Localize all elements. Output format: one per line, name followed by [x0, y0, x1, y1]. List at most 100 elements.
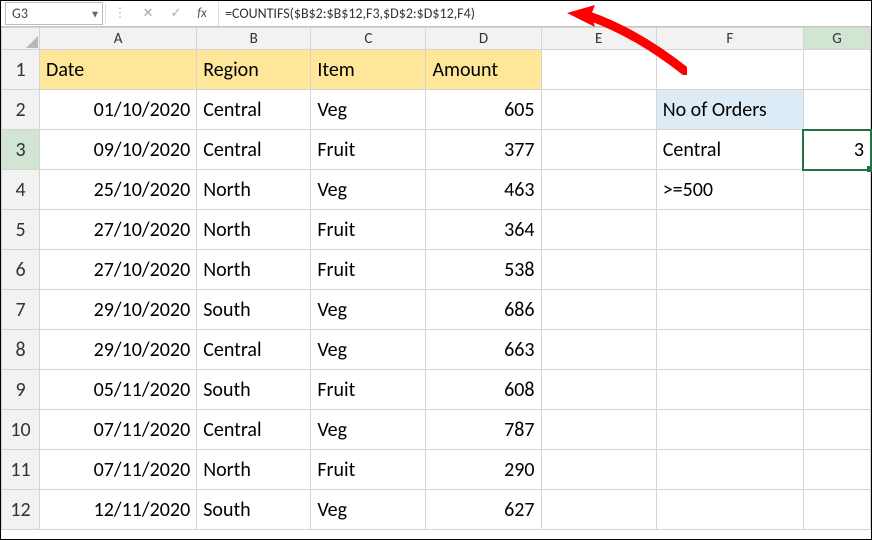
col-header-C[interactable]: C: [311, 28, 426, 50]
col-header-A[interactable]: A: [40, 28, 197, 50]
cell-C7[interactable]: Veg: [311, 290, 426, 330]
cell-C5[interactable]: Fruit: [311, 210, 426, 250]
header-cell-D[interactable]: Amount: [426, 50, 541, 90]
cell-G8[interactable]: [803, 330, 870, 370]
cell-A2[interactable]: 01/10/2020: [40, 90, 197, 130]
row-header-11[interactable]: 11: [2, 450, 40, 490]
cell-G2[interactable]: [803, 90, 870, 130]
cell-D4[interactable]: 463: [426, 170, 541, 210]
cell-D7[interactable]: 686: [426, 290, 541, 330]
row-header-2[interactable]: 2: [2, 90, 40, 130]
cell-F9[interactable]: [656, 370, 803, 410]
cell-F3[interactable]: Central: [656, 130, 803, 170]
cell-E8[interactable]: [541, 330, 656, 370]
cell-B7[interactable]: South: [197, 290, 311, 330]
row-header-9[interactable]: 9: [2, 370, 40, 410]
cell-A5[interactable]: 27/10/2020: [40, 210, 197, 250]
cell-E11[interactable]: [541, 450, 656, 490]
cell-C6[interactable]: Fruit: [311, 250, 426, 290]
cell-G11[interactable]: [803, 450, 870, 490]
col-header-D[interactable]: D: [426, 28, 541, 50]
cancel-icon[interactable]: ✕: [134, 1, 162, 26]
row-header-6[interactable]: 6: [2, 250, 40, 290]
col-header-G[interactable]: G: [803, 28, 870, 50]
cell-A4[interactable]: 25/10/2020: [40, 170, 197, 210]
cell-C4[interactable]: Veg: [311, 170, 426, 210]
cell-B10[interactable]: Central: [197, 410, 311, 450]
cell-A10[interactable]: 07/11/2020: [40, 410, 197, 450]
cell-G1[interactable]: [803, 50, 870, 90]
cell-F7[interactable]: [656, 290, 803, 330]
cell-C3[interactable]: Fruit: [311, 130, 426, 170]
name-box[interactable]: G3 ▼: [5, 2, 103, 25]
cell-E1[interactable]: [541, 50, 656, 90]
cell-F8[interactable]: [656, 330, 803, 370]
cell-D6[interactable]: 538: [426, 250, 541, 290]
cell-F6[interactable]: [656, 250, 803, 290]
cell-E3[interactable]: [541, 130, 656, 170]
cell-B2[interactable]: Central: [197, 90, 311, 130]
cell-D12[interactable]: 627: [426, 490, 541, 530]
row-header-7[interactable]: 7: [2, 290, 40, 330]
select-all-corner[interactable]: [2, 28, 40, 50]
cell-C9[interactable]: Fruit: [311, 370, 426, 410]
cell-G10[interactable]: [803, 410, 870, 450]
cell-B5[interactable]: North: [197, 210, 311, 250]
cell-F2[interactable]: No of Orders: [656, 90, 803, 130]
fx-icon[interactable]: fx: [190, 1, 218, 26]
cell-B8[interactable]: Central: [197, 330, 311, 370]
cell-C2[interactable]: Veg: [311, 90, 426, 130]
cell-G9[interactable]: [803, 370, 870, 410]
cell-D9[interactable]: 608: [426, 370, 541, 410]
cell-A3[interactable]: 09/10/2020: [40, 130, 197, 170]
cell-F1[interactable]: [656, 50, 803, 90]
cell-B6[interactable]: North: [197, 250, 311, 290]
cell-D8[interactable]: 663: [426, 330, 541, 370]
cell-C11[interactable]: Fruit: [311, 450, 426, 490]
row-header-12[interactable]: 12: [2, 490, 40, 530]
cell-E2[interactable]: [541, 90, 656, 130]
cell-C10[interactable]: Veg: [311, 410, 426, 450]
cell-G7[interactable]: [803, 290, 870, 330]
row-header-3[interactable]: 3: [2, 130, 40, 170]
cell-G5[interactable]: [803, 210, 870, 250]
header-cell-C[interactable]: Item: [311, 50, 426, 90]
cell-F11[interactable]: [656, 450, 803, 490]
cell-B3[interactable]: Central: [197, 130, 311, 170]
cell-A9[interactable]: 05/11/2020: [40, 370, 197, 410]
row-header-1[interactable]: 1: [2, 50, 40, 90]
row-header-4[interactable]: 4: [2, 170, 40, 210]
row-header-8[interactable]: 8: [2, 330, 40, 370]
cell-F4[interactable]: >=500: [656, 170, 803, 210]
cell-A6[interactable]: 27/10/2020: [40, 250, 197, 290]
cell-A12[interactable]: 12/11/2020: [40, 490, 197, 530]
cell-F12[interactable]: [656, 490, 803, 530]
cell-B9[interactable]: South: [197, 370, 311, 410]
cell-A8[interactable]: 29/10/2020: [40, 330, 197, 370]
cell-E5[interactable]: [541, 210, 656, 250]
cell-C8[interactable]: Veg: [311, 330, 426, 370]
accept-icon[interactable]: ✓: [162, 1, 190, 26]
col-header-F[interactable]: F: [656, 28, 803, 50]
cell-F10[interactable]: [656, 410, 803, 450]
cell-A7[interactable]: 29/10/2020: [40, 290, 197, 330]
cell-G12[interactable]: [803, 490, 870, 530]
header-cell-B[interactable]: Region: [197, 50, 311, 90]
cell-E7[interactable]: [541, 290, 656, 330]
cell-E9[interactable]: [541, 370, 656, 410]
cell-D11[interactable]: 290: [426, 450, 541, 490]
cell-C12[interactable]: Veg: [311, 490, 426, 530]
cell-B4[interactable]: North: [197, 170, 311, 210]
cell-G3[interactable]: 3: [803, 130, 870, 170]
formula-input[interactable]: =COUNTIFS($B$2:$B$12,F3,$D$2:$D$12,F4): [218, 1, 871, 26]
cell-E12[interactable]: [541, 490, 656, 530]
cell-B11[interactable]: North: [197, 450, 311, 490]
spreadsheet-grid[interactable]: ABCDEFG 1DateRegionItemAmount201/10/2020…: [1, 27, 871, 530]
cell-E10[interactable]: [541, 410, 656, 450]
col-header-E[interactable]: E: [541, 28, 656, 50]
col-header-B[interactable]: B: [197, 28, 311, 50]
cell-D2[interactable]: 605: [426, 90, 541, 130]
cell-G6[interactable]: [803, 250, 870, 290]
cell-B12[interactable]: South: [197, 490, 311, 530]
cell-D10[interactable]: 787: [426, 410, 541, 450]
